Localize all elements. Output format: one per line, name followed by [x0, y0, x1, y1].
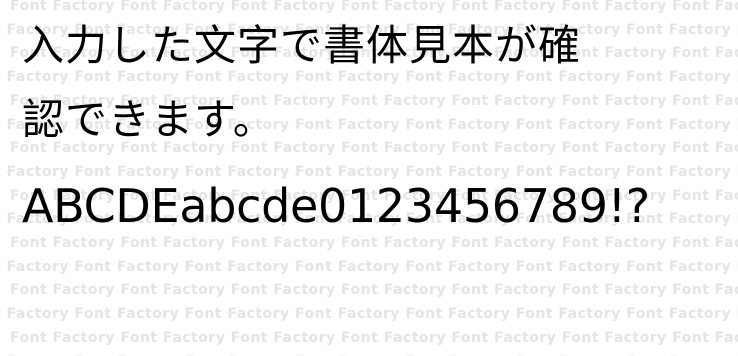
sample-text-line-1: 入力した文字で書体見本が確	[22, 21, 582, 70]
watermark-row: Font Factory Font Factory Font Factory F…	[10, 235, 738, 251]
font-preview-canvas: Font Factory Font Factory Font Factory F…	[0, 0, 738, 356]
watermark-row: Font Factory Font Factory Font Factory F…	[10, 0, 738, 14]
sample-text-line-3: ABCDEabcde0123456789!?	[22, 179, 650, 233]
watermark-row: Font Factory Font Factory Font Factory F…	[10, 329, 738, 346]
watermark-row: Font Factory Font Factory Font Factory F…	[10, 282, 738, 299]
watermark-row: Font Factory Font Factory Font Factory F…	[0, 306, 738, 323]
watermark-row: Font Factory Font Factory Font Factory F…	[0, 258, 738, 275]
sample-text-line-2: 認できます。	[22, 95, 276, 144]
